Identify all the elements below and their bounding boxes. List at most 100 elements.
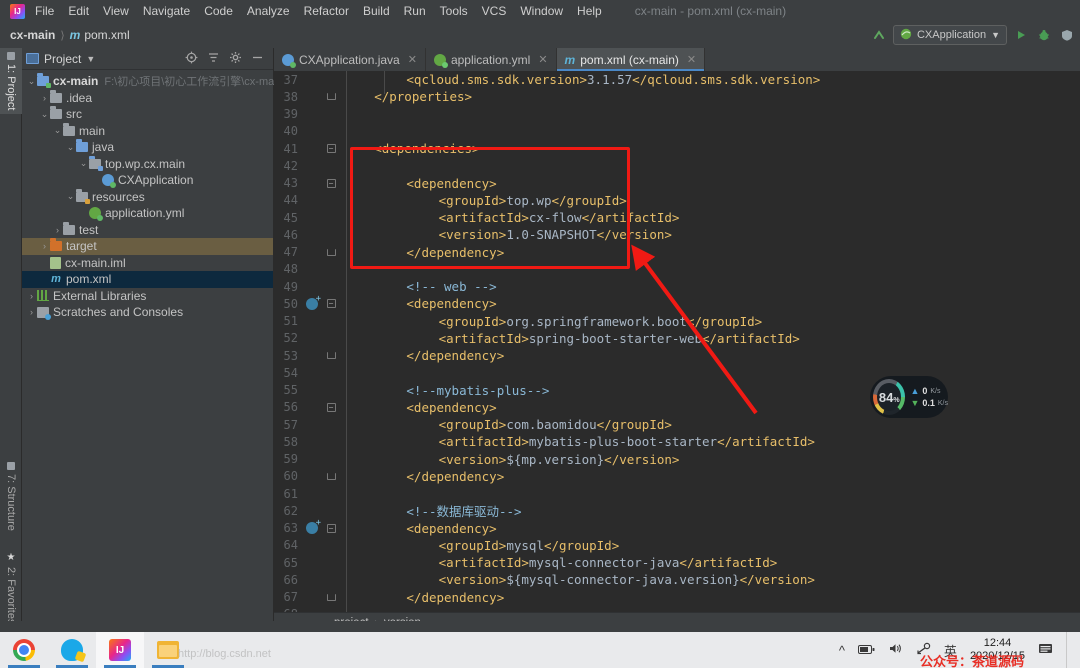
sidebar-tab-structure[interactable]: 7: Structure — [0, 458, 22, 535]
close-icon[interactable]: ✕ — [408, 53, 417, 66]
menu-item-edit[interactable]: Edit — [61, 2, 96, 20]
run-play-icon[interactable] — [1012, 26, 1030, 44]
close-icon[interactable]: ✕ — [538, 53, 547, 66]
chevron-down-icon[interactable]: ⌄ — [65, 191, 76, 202]
line-number: 45 — [283, 210, 298, 225]
tree-node-pom-xml[interactable]: m pom.xml — [22, 271, 273, 288]
menu-item-code[interactable]: Code — [197, 2, 240, 20]
maven-m-icon: m — [51, 273, 61, 286]
menu-item-file[interactable]: File — [28, 2, 61, 20]
menu-item-help[interactable]: Help — [570, 2, 609, 20]
fold-collapse-icon[interactable]: − — [326, 523, 336, 533]
chevron-right-icon[interactable]: › — [26, 291, 37, 301]
menu-item-navigate[interactable]: Navigate — [136, 2, 197, 20]
chevron-down-icon[interactable]: ▼ — [86, 54, 95, 64]
battery-icon[interactable] — [857, 643, 875, 658]
taskbar-app-qq[interactable] — [48, 632, 96, 668]
menu-item-build[interactable]: Build — [356, 2, 397, 20]
taskbar-app-idea[interactable]: IJ — [96, 632, 144, 668]
maven-reimport-icon[interactable] — [306, 294, 321, 310]
line-number: 50 — [283, 296, 298, 311]
taskbar-app-chrome[interactable] — [0, 632, 48, 668]
tree-node-cx-main-iml[interactable]: cx-main.iml — [22, 255, 273, 272]
code-line: 65 <artifactId>mysql-connector-java</arti… — [274, 554, 1080, 571]
tree-node-target[interactable]: › target — [22, 238, 273, 255]
package-icon — [89, 155, 103, 171]
tree-node-cxapplication[interactable]: CXApplication — [22, 172, 273, 189]
file-explorer-icon — [157, 641, 179, 659]
breadcrumb-file[interactable]: pom.xml — [84, 28, 129, 42]
tree-node-scratches-and-consoles[interactable]: › Scratches and Consoles — [22, 304, 273, 321]
breadcrumb-project[interactable]: cx-main — [10, 28, 55, 42]
chevron-up-icon[interactable]: ^ — [839, 643, 845, 658]
close-icon[interactable]: ✕ — [687, 53, 696, 66]
locate-target-icon[interactable] — [185, 51, 198, 66]
chevron-down-icon[interactable]: ⌄ — [65, 142, 76, 153]
fold-end-icon[interactable] — [326, 93, 336, 101]
line-number: 64 — [283, 538, 298, 553]
tree-node-external-libraries[interactable]: › External Libraries — [22, 288, 273, 305]
show-desktop-button[interactable] — [1066, 632, 1072, 668]
menu-item-tools[interactable]: Tools — [433, 2, 475, 20]
fold-collapse-icon[interactable]: − — [326, 144, 336, 154]
chevron-down-icon[interactable]: ⌄ — [78, 158, 89, 169]
system-monitor-widget[interactable]: 84% ▲ 0 K/s ▼ 0.1 K/s — [870, 376, 948, 418]
fold-end-icon[interactable] — [326, 352, 336, 360]
chevron-down-icon[interactable]: ⌄ — [52, 125, 63, 136]
tree-node-top-wp-cx-main[interactable]: ⌄ top.wp.cx.main — [22, 155, 273, 173]
chevron-down-icon[interactable]: ⌄ — [26, 76, 37, 87]
tab-pom-xml[interactable]: m pom.xml (cx-main) ✕ — [556, 48, 706, 71]
tab-application-yml[interactable]: application.yml ✕ — [426, 48, 557, 71]
fold-end-icon[interactable] — [326, 248, 336, 256]
navigate-back-icon[interactable] — [870, 26, 888, 44]
tree-node-java[interactable]: ⌄ java — [22, 139, 273, 156]
run-configuration-selector[interactable]: CXApplication ▼ — [892, 25, 1007, 45]
fold-end-icon[interactable] — [326, 472, 336, 480]
code-text: <dependency> — [342, 176, 496, 191]
menu-item-vcs[interactable]: VCS — [475, 2, 514, 20]
run-coverage-icon[interactable] — [1058, 26, 1076, 44]
upload-rate: ▲ 0 K/s — [910, 386, 948, 396]
tab-cxapplication-java[interactable]: CXApplication.java ✕ — [274, 48, 426, 71]
chevron-down-icon[interactable]: ⌄ — [39, 109, 50, 120]
line-number: 41 — [283, 141, 298, 156]
tree-node-test[interactable]: › test — [22, 221, 273, 239]
fold-gutter: − — [320, 144, 342, 154]
menu-item-run[interactable]: Run — [397, 2, 433, 20]
tree-node-main[interactable]: ⌄ main — [22, 122, 273, 140]
chevron-right-icon[interactable]: › — [39, 93, 50, 103]
notification-icon[interactable] — [1038, 642, 1053, 658]
chevron-right-icon[interactable]: › — [26, 307, 37, 317]
code-token: <version> — [438, 451, 507, 467]
chevron-right-icon[interactable]: › — [52, 225, 63, 235]
fold-collapse-icon[interactable]: − — [326, 178, 336, 188]
line-number: 60 — [283, 469, 298, 484]
chevron-right-icon[interactable]: › — [39, 241, 50, 251]
debug-bug-icon[interactable] — [1035, 26, 1053, 44]
menu-item-refactor[interactable]: Refactor — [297, 2, 356, 20]
tree-node-cx-main[interactable]: ⌄ cx-main F:\初心项目\初心工作流引擎\cx-main — [22, 73, 283, 90]
speaker-icon[interactable] — [888, 642, 903, 658]
code-token: 1.0-SNAPSHOT — [506, 227, 597, 243]
spring-yml-icon — [89, 207, 103, 222]
maven-reimport-icon[interactable] — [306, 518, 321, 535]
code-editor[interactable]: 37 <qcloud.sms.sdk.version>3.1.57</qcloud… — [274, 71, 1080, 621]
menu-item-view[interactable]: View — [96, 2, 136, 20]
gear-icon[interactable] — [229, 51, 242, 66]
menu-item-analyze[interactable]: Analyze — [240, 2, 297, 20]
project-tool-window: Project ▼ ⌄ cx-main F:\初心项目\初心工作流引擎\cx-mai… — [22, 48, 283, 621]
fold-collapse-icon[interactable]: − — [326, 402, 336, 412]
tree-node-application-yml[interactable]: application.yml — [22, 205, 273, 222]
collapse-all-icon[interactable] — [207, 51, 220, 66]
sidebar-tab-favorites[interactable]: ★ 2: Favorites — [0, 548, 22, 628]
fold-collapse-icon[interactable]: − — [326, 299, 336, 309]
tree-node-src[interactable]: ⌄ src — [22, 106, 273, 123]
code-token: </properties> — [374, 89, 473, 105]
menu-item-window[interactable]: Window — [513, 2, 570, 20]
tree-node-idea[interactable]: › .idea — [22, 89, 273, 107]
sidebar-tab-project[interactable]: 1: Project — [0, 48, 22, 115]
fold-end-icon[interactable] — [326, 593, 336, 601]
minimize-icon[interactable] — [251, 51, 264, 66]
tree-node-resources[interactable]: ⌄ resources — [22, 188, 273, 206]
code-line: 64 <groupId>mysql</groupId> — [274, 537, 1080, 554]
